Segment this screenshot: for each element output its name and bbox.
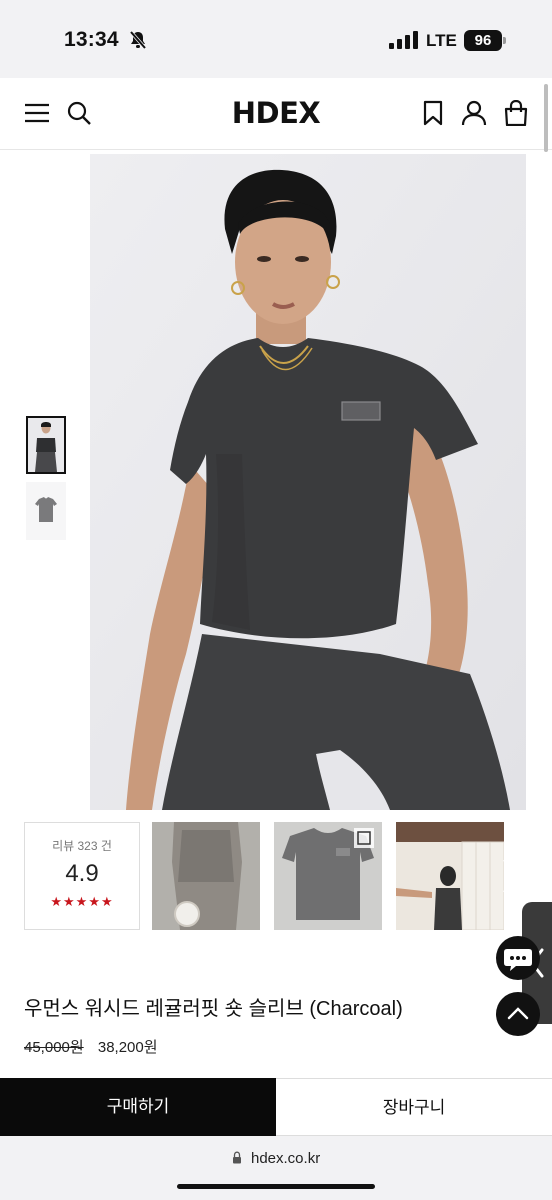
url-display[interactable]: hdex.co.kr bbox=[0, 1150, 552, 1167]
review-photo-image bbox=[274, 822, 382, 930]
review-summary-card[interactable]: 리뷰 323 건 4.9 ★★★★★ bbox=[24, 822, 140, 930]
gallery-thumbnail-model[interactable] bbox=[26, 416, 66, 474]
model-thumbnail-image bbox=[28, 418, 64, 472]
review-stars: ★★★★★ bbox=[50, 894, 114, 909]
scroll-top-button[interactable] bbox=[496, 992, 540, 1036]
price-row: 45,000원 38,200원 bbox=[24, 1036, 158, 1057]
bookmark-icon[interactable] bbox=[420, 100, 446, 126]
network-label: LTE bbox=[426, 31, 457, 50]
chevron-up-icon bbox=[507, 1007, 529, 1020]
chat-icon bbox=[504, 949, 532, 971]
battery-indicator: 96 bbox=[464, 30, 502, 51]
add-to-cart-button[interactable]: 장바구니 bbox=[276, 1078, 552, 1136]
signal-icon bbox=[389, 31, 418, 49]
original-price: 45,000원 bbox=[24, 1039, 84, 1056]
review-count: 리뷰 323 건 bbox=[52, 839, 112, 853]
main-product-image[interactable] bbox=[90, 154, 526, 810]
status-time: 13:34 bbox=[64, 28, 119, 51]
chat-button[interactable] bbox=[496, 936, 540, 980]
buy-now-button[interactable]: 구매하기 bbox=[0, 1078, 276, 1136]
review-photo[interactable] bbox=[274, 822, 382, 930]
review-photo[interactable] bbox=[396, 822, 504, 930]
page-scrollbar[interactable] bbox=[544, 84, 548, 152]
review-photo-image bbox=[152, 822, 260, 930]
status-bar: 13:34 LTE 96 bbox=[0, 0, 552, 78]
battery-cap bbox=[503, 37, 506, 44]
site-header: HDEX bbox=[0, 78, 552, 150]
url-text: hdex.co.kr bbox=[250, 1150, 321, 1167]
sale-price: 38,200원 bbox=[97, 1039, 158, 1056]
model-illustration bbox=[90, 154, 526, 810]
shopping-bag-icon[interactable] bbox=[503, 100, 529, 126]
browser-url-bar[interactable]: hdex.co.kr bbox=[0, 1136, 552, 1200]
review-photo-image bbox=[396, 822, 504, 930]
home-indicator[interactable] bbox=[177, 1184, 375, 1189]
chevron-right-icon[interactable] bbox=[500, 858, 520, 894]
product-title: 우먼스 워시드 레귤러핏 숏 슬리브 (Charcoal) bbox=[24, 998, 403, 1020]
gallery-thumbnail-product[interactable] bbox=[26, 482, 66, 540]
product-thumbnail-image bbox=[26, 482, 66, 540]
bell-muted-icon bbox=[129, 30, 147, 50]
lock-icon bbox=[232, 1151, 241, 1164]
user-icon[interactable] bbox=[461, 100, 487, 126]
review-score: 4.9 bbox=[65, 860, 99, 887]
review-photo[interactable] bbox=[152, 822, 260, 930]
